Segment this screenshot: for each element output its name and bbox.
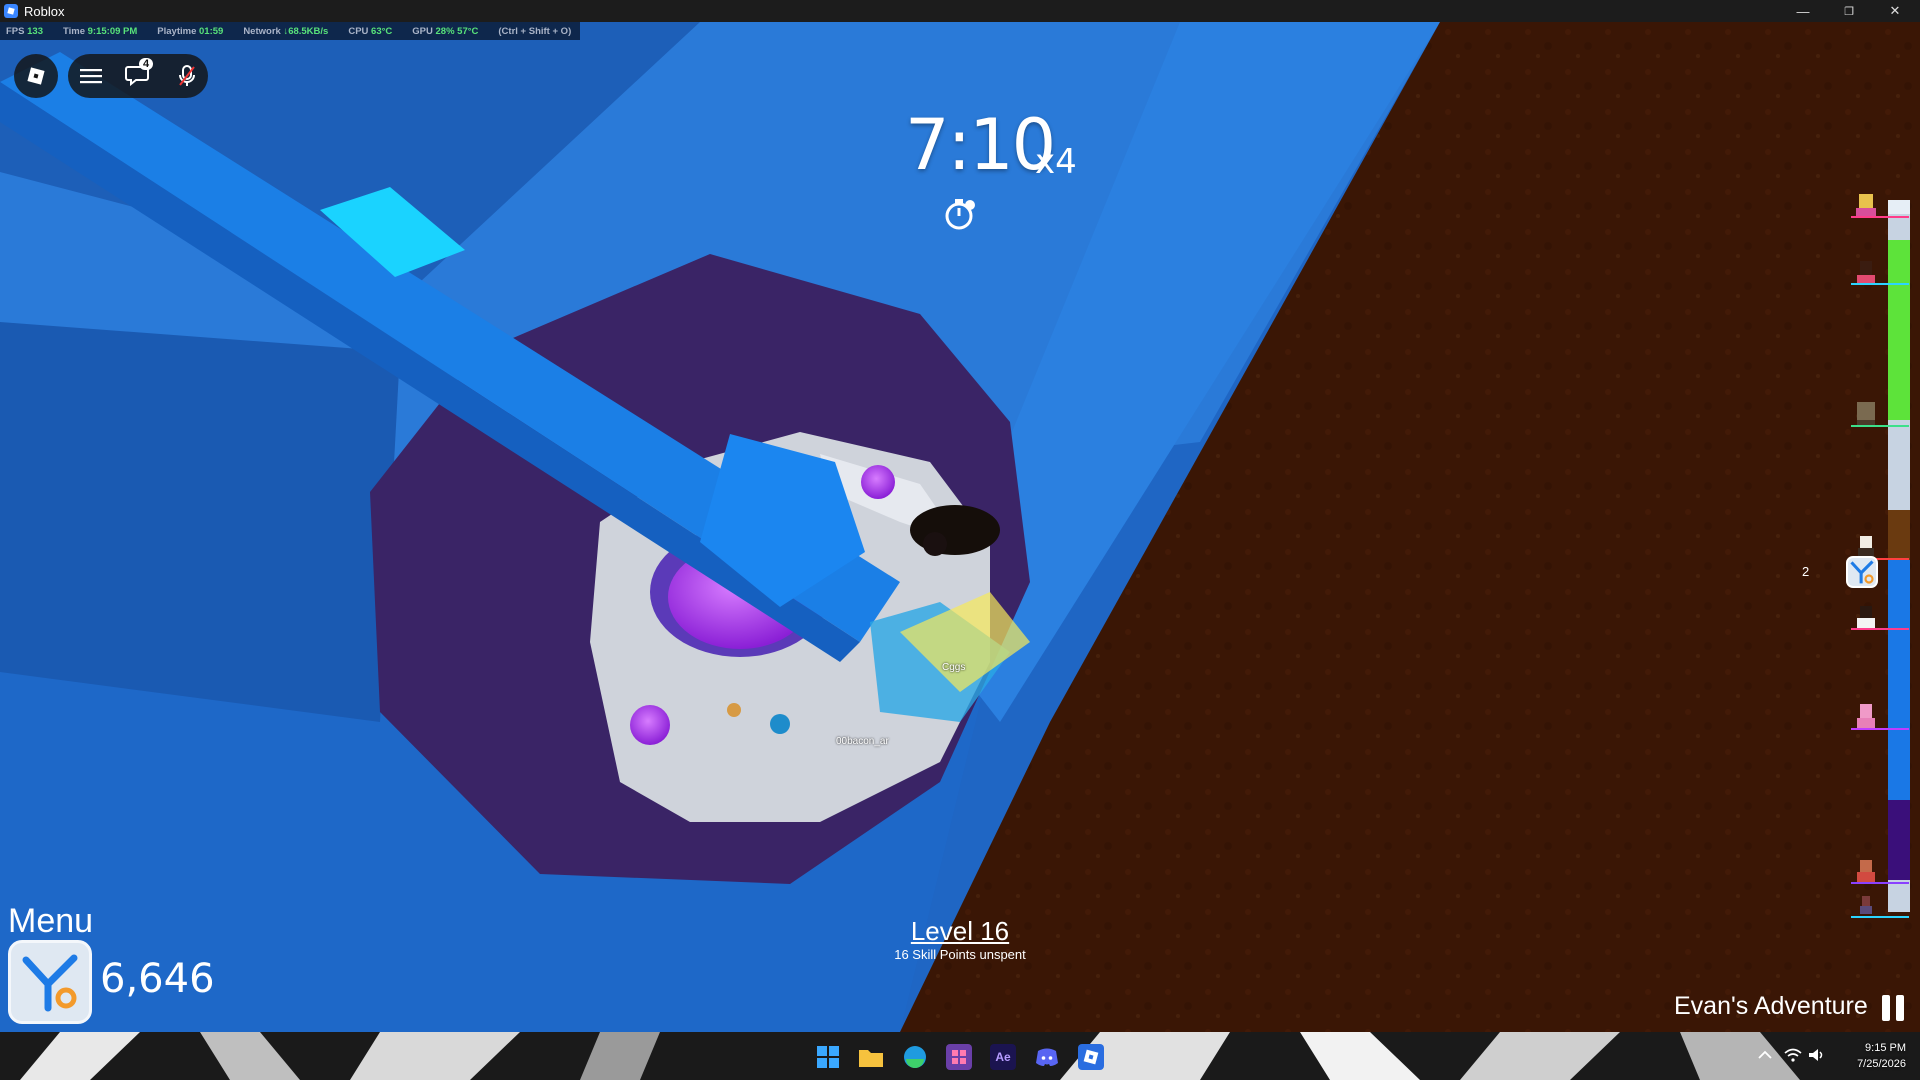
discord-icon[interactable] (1034, 1044, 1060, 1070)
after-effects-icon[interactable]: Ae (990, 1044, 1016, 1070)
track-segment (1888, 200, 1910, 214)
chevron-up-icon[interactable] (1758, 1050, 1772, 1060)
minimize-button[interactable]: — (1780, 0, 1826, 22)
topbar-button-group: 4 (68, 54, 208, 98)
progress-track (1888, 200, 1910, 912)
window-title: Roblox (24, 3, 65, 19)
fps-value: 133 (27, 25, 43, 37)
roblox-menu-button[interactable] (14, 54, 58, 98)
cpu-label: CPU (348, 25, 369, 37)
clock-date: 7/25/2026 (1857, 1058, 1906, 1070)
game-name-label: Evan's Adventure (1674, 992, 1868, 1020)
score-multiplier: x4 (1035, 142, 1077, 182)
close-button[interactable]: ✕ (1872, 0, 1918, 22)
pause-bar-right (1896, 995, 1904, 1021)
marker-line (1851, 283, 1909, 285)
marker-line (1851, 882, 1909, 884)
roblox-logo-icon (1083, 1049, 1099, 1065)
gpu-value: 28% (435, 25, 455, 37)
roblox-logo-icon (27, 67, 45, 85)
player-avatar-marker (1851, 602, 1909, 630)
currency-icon[interactable] (8, 940, 92, 1024)
player-avatar-marker (1851, 856, 1909, 884)
marker-line (1851, 628, 1909, 630)
grid-app-icon (952, 1050, 966, 1064)
file-explorer-icon[interactable] (858, 1044, 884, 1070)
marker-line (1851, 728, 1909, 730)
local-player-badge (1846, 556, 1878, 588)
wifi-icon[interactable] (1784, 1048, 1802, 1062)
network-value: ↓68.5KB/s (283, 25, 329, 37)
roblox-icon[interactable] (1078, 1044, 1104, 1070)
marker-line (1851, 916, 1909, 918)
track-segment (1888, 560, 1910, 800)
player-avatar-marker (1851, 890, 1909, 918)
time-value: 9:15:09 PM (87, 25, 138, 37)
discord-logo-icon (1036, 1048, 1058, 1066)
avatar-icon (1856, 194, 1876, 216)
network-label: Network (243, 25, 281, 37)
edge-icon[interactable] (902, 1044, 928, 1070)
clock-time: 9:15 PM (1865, 1042, 1906, 1054)
player-avatar-marker (1851, 257, 1909, 285)
player-avatar-marker (1851, 190, 1909, 218)
chat-button[interactable]: 4 (125, 58, 155, 88)
player-avatar-marker (1851, 702, 1909, 730)
window-title-bar: Roblox — ❐ ✕ (0, 0, 1920, 22)
track-segment (1888, 880, 1910, 912)
track-segment (1888, 240, 1910, 420)
boost-logo-icon (22, 954, 78, 1012)
avatar-icon (1857, 606, 1875, 628)
track-segment (1888, 800, 1910, 880)
fps-label: FPS (6, 25, 25, 37)
pause-button[interactable] (1880, 995, 1906, 1021)
playtime-value: 01:59 (199, 25, 224, 37)
menu-button[interactable]: Menu (8, 902, 93, 941)
avatar-icon (1857, 704, 1875, 728)
avatar-icon (1860, 896, 1872, 914)
stats-shortcut: (Ctrl + Shift + O) (498, 25, 572, 37)
stopwatch-icon (945, 199, 975, 230)
pause-bar-left (1882, 995, 1890, 1021)
level-label[interactable]: Level 16 (910, 916, 1010, 947)
cpu-value: 63°C (371, 25, 393, 37)
edge-browser-icon (904, 1046, 926, 1068)
game-viewport[interactable]: Cggs 00bacon_ar FPS 133 Time 9:15:09 PM … (0, 22, 1920, 1032)
player-nametag: Cggs (942, 662, 966, 673)
time-label: Time (62, 25, 85, 37)
performance-stats-bar: FPS 133 Time 9:15:09 PM Playtime 01:59 N… (0, 22, 580, 40)
marker-line (1851, 216, 1909, 218)
skill-points-label: 16 Skill Points unspent (894, 947, 1026, 962)
currency-amount: 6,646 (100, 956, 215, 1002)
marker-line (1851, 425, 1909, 427)
roblox-app-icon (4, 4, 18, 18)
gpu-label: GPU (412, 25, 433, 37)
playtime-label: Playtime (157, 25, 197, 37)
boost-logo-icon (1850, 560, 1874, 584)
chat-badge: 4 (139, 58, 154, 70)
avatar-icon (1857, 261, 1875, 283)
gpu-temp-value: 57°C (457, 25, 479, 37)
track-segment (1888, 420, 1910, 510)
volume-icon[interactable] (1808, 1048, 1826, 1062)
app-icon[interactable] (946, 1044, 972, 1070)
round-timer: 7:10 (905, 104, 1056, 186)
microphone-icon[interactable] (177, 64, 197, 88)
avatar-icon (1857, 402, 1875, 426)
avatar-icon (1857, 860, 1875, 882)
windows-start-icon[interactable] (815, 1044, 841, 1070)
system-clock[interactable]: 9:15 PM 7/25/2026 (1842, 1040, 1906, 1072)
folder-icon (859, 1050, 883, 1067)
restore-button[interactable]: ❐ (1826, 0, 1872, 22)
local-player-count: 2 (1802, 564, 1810, 579)
player-avatar-marker (1851, 399, 1909, 427)
track-segment (1888, 510, 1910, 560)
hamburger-menu-icon[interactable] (79, 66, 103, 86)
windows-logo-icon (817, 1046, 839, 1068)
player-nametag: 00bacon_ar (836, 736, 889, 747)
